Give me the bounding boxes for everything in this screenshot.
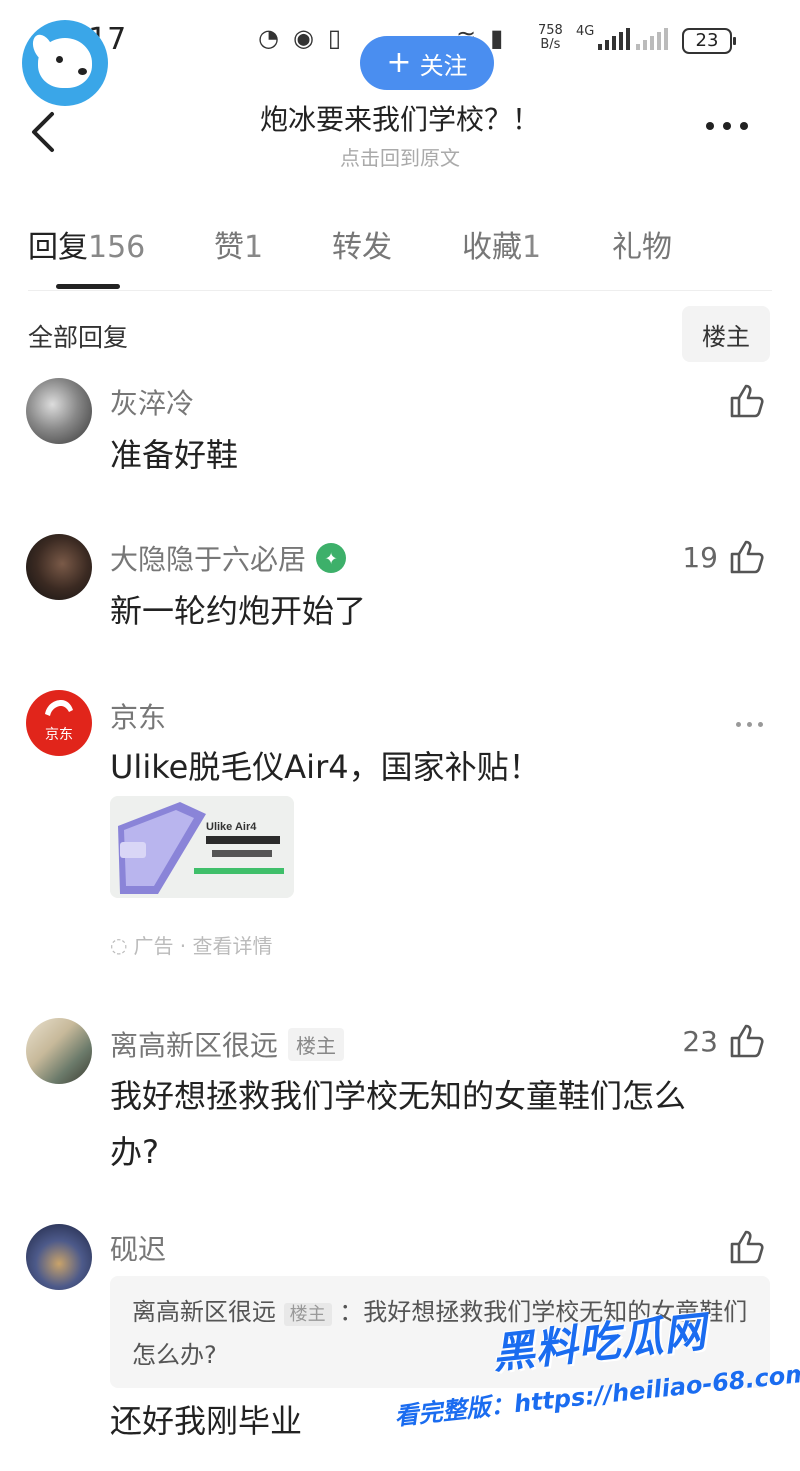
tab-gifts[interactable]: 礼物 bbox=[612, 222, 672, 266]
ad-text: Ulike脱毛仪Air4，国家补贴！ bbox=[110, 748, 541, 786]
like-button[interactable] bbox=[718, 1228, 766, 1266]
like-button[interactable]: 23 bbox=[682, 1022, 766, 1060]
member-badge-icon: ✦ bbox=[316, 543, 347, 573]
jd-dog-icon bbox=[45, 700, 73, 716]
avatar[interactable] bbox=[26, 1224, 92, 1290]
divider bbox=[28, 290, 772, 291]
avatar[interactable] bbox=[26, 1018, 92, 1084]
battery-icon: 23 bbox=[682, 28, 736, 54]
comment-username[interactable]: 大隐隐于六必居 ✦ bbox=[110, 538, 347, 578]
tab-favorites[interactable]: 收藏1 bbox=[462, 222, 541, 266]
all-replies-label: 全部回复 bbox=[28, 323, 129, 352]
quote-username: 离高新区很远 bbox=[132, 1298, 276, 1326]
quote-owner-badge: 楼主 bbox=[283, 1303, 332, 1326]
thumbs-up-icon bbox=[730, 1230, 764, 1264]
ad-more-icon[interactable] bbox=[736, 722, 763, 727]
ad-meta[interactable]: ◌ 广告 · 查看详情 bbox=[110, 930, 273, 959]
thumbs-up-icon bbox=[730, 384, 764, 418]
plus-icon: + bbox=[386, 45, 412, 80]
tab-reposts[interactable]: 转发 bbox=[332, 222, 392, 266]
follow-button[interactable]: + 关注 bbox=[360, 36, 494, 90]
comment-text: 我好想拯救我们学校无知的女童鞋们怎么办? bbox=[110, 1077, 687, 1171]
like-button[interactable]: 19 bbox=[682, 538, 766, 576]
thumbs-up-icon bbox=[730, 1024, 764, 1058]
follow-label: 关注 bbox=[419, 51, 468, 80]
status-icons: ◔ ◉ ▯ bbox=[258, 24, 341, 52]
comment-text: 准备好鞋 bbox=[110, 436, 239, 474]
post-title[interactable]: 炮冰要来我们学校？！ bbox=[0, 98, 800, 138]
more-options-icon[interactable] bbox=[706, 122, 748, 130]
owner-badge: 楼主 bbox=[288, 1027, 345, 1061]
advertiser-name[interactable]: 京东 bbox=[110, 696, 166, 736]
eye-icon: ◉ bbox=[292, 24, 314, 52]
avatar[interactable] bbox=[26, 378, 92, 444]
comment-text: 新一轮约炮开始了 bbox=[110, 592, 367, 630]
vibrate-icon: ▮ bbox=[490, 24, 504, 52]
thumbs-up-icon bbox=[730, 540, 764, 574]
ad-image[interactable]: Ulike Air4 bbox=[110, 796, 294, 898]
comment-username[interactable]: 离高新区很远 楼主 bbox=[110, 1024, 345, 1064]
avatar[interactable] bbox=[26, 534, 92, 600]
active-tab-indicator bbox=[56, 284, 120, 289]
signal-icon bbox=[598, 28, 630, 50]
comment-username[interactable]: 灰淬冷 bbox=[110, 382, 194, 422]
alarm-icon: ◔ bbox=[258, 24, 279, 52]
back-to-post-link[interactable]: 点击回到原文 bbox=[0, 142, 800, 171]
nfc-icon: ▯ bbox=[327, 24, 342, 52]
ad-circle-icon: ◌ bbox=[110, 932, 128, 957]
tab-replies[interactable]: 回复156 bbox=[28, 222, 145, 266]
signal-2-icon bbox=[636, 28, 668, 50]
app-mascot-avatar[interactable] bbox=[22, 20, 108, 106]
network-type: 4G bbox=[576, 24, 595, 39]
tab-likes[interactable]: 赞1 bbox=[214, 222, 263, 266]
owner-only-filter-button[interactable]: 楼主 bbox=[682, 306, 770, 362]
jd-logo-avatar[interactable]: 京东 bbox=[26, 690, 92, 756]
ad-product-image: Ulike Air4 bbox=[110, 796, 294, 898]
tab-bar: 回复156 赞1 转发 收藏1 礼物 bbox=[0, 222, 800, 292]
svg-text:Ulike Air4: Ulike Air4 bbox=[206, 821, 257, 833]
like-button[interactable] bbox=[718, 382, 766, 420]
comment-username[interactable]: 砚迟 bbox=[110, 1228, 166, 1268]
net-speed: 758 B/s bbox=[538, 23, 563, 52]
